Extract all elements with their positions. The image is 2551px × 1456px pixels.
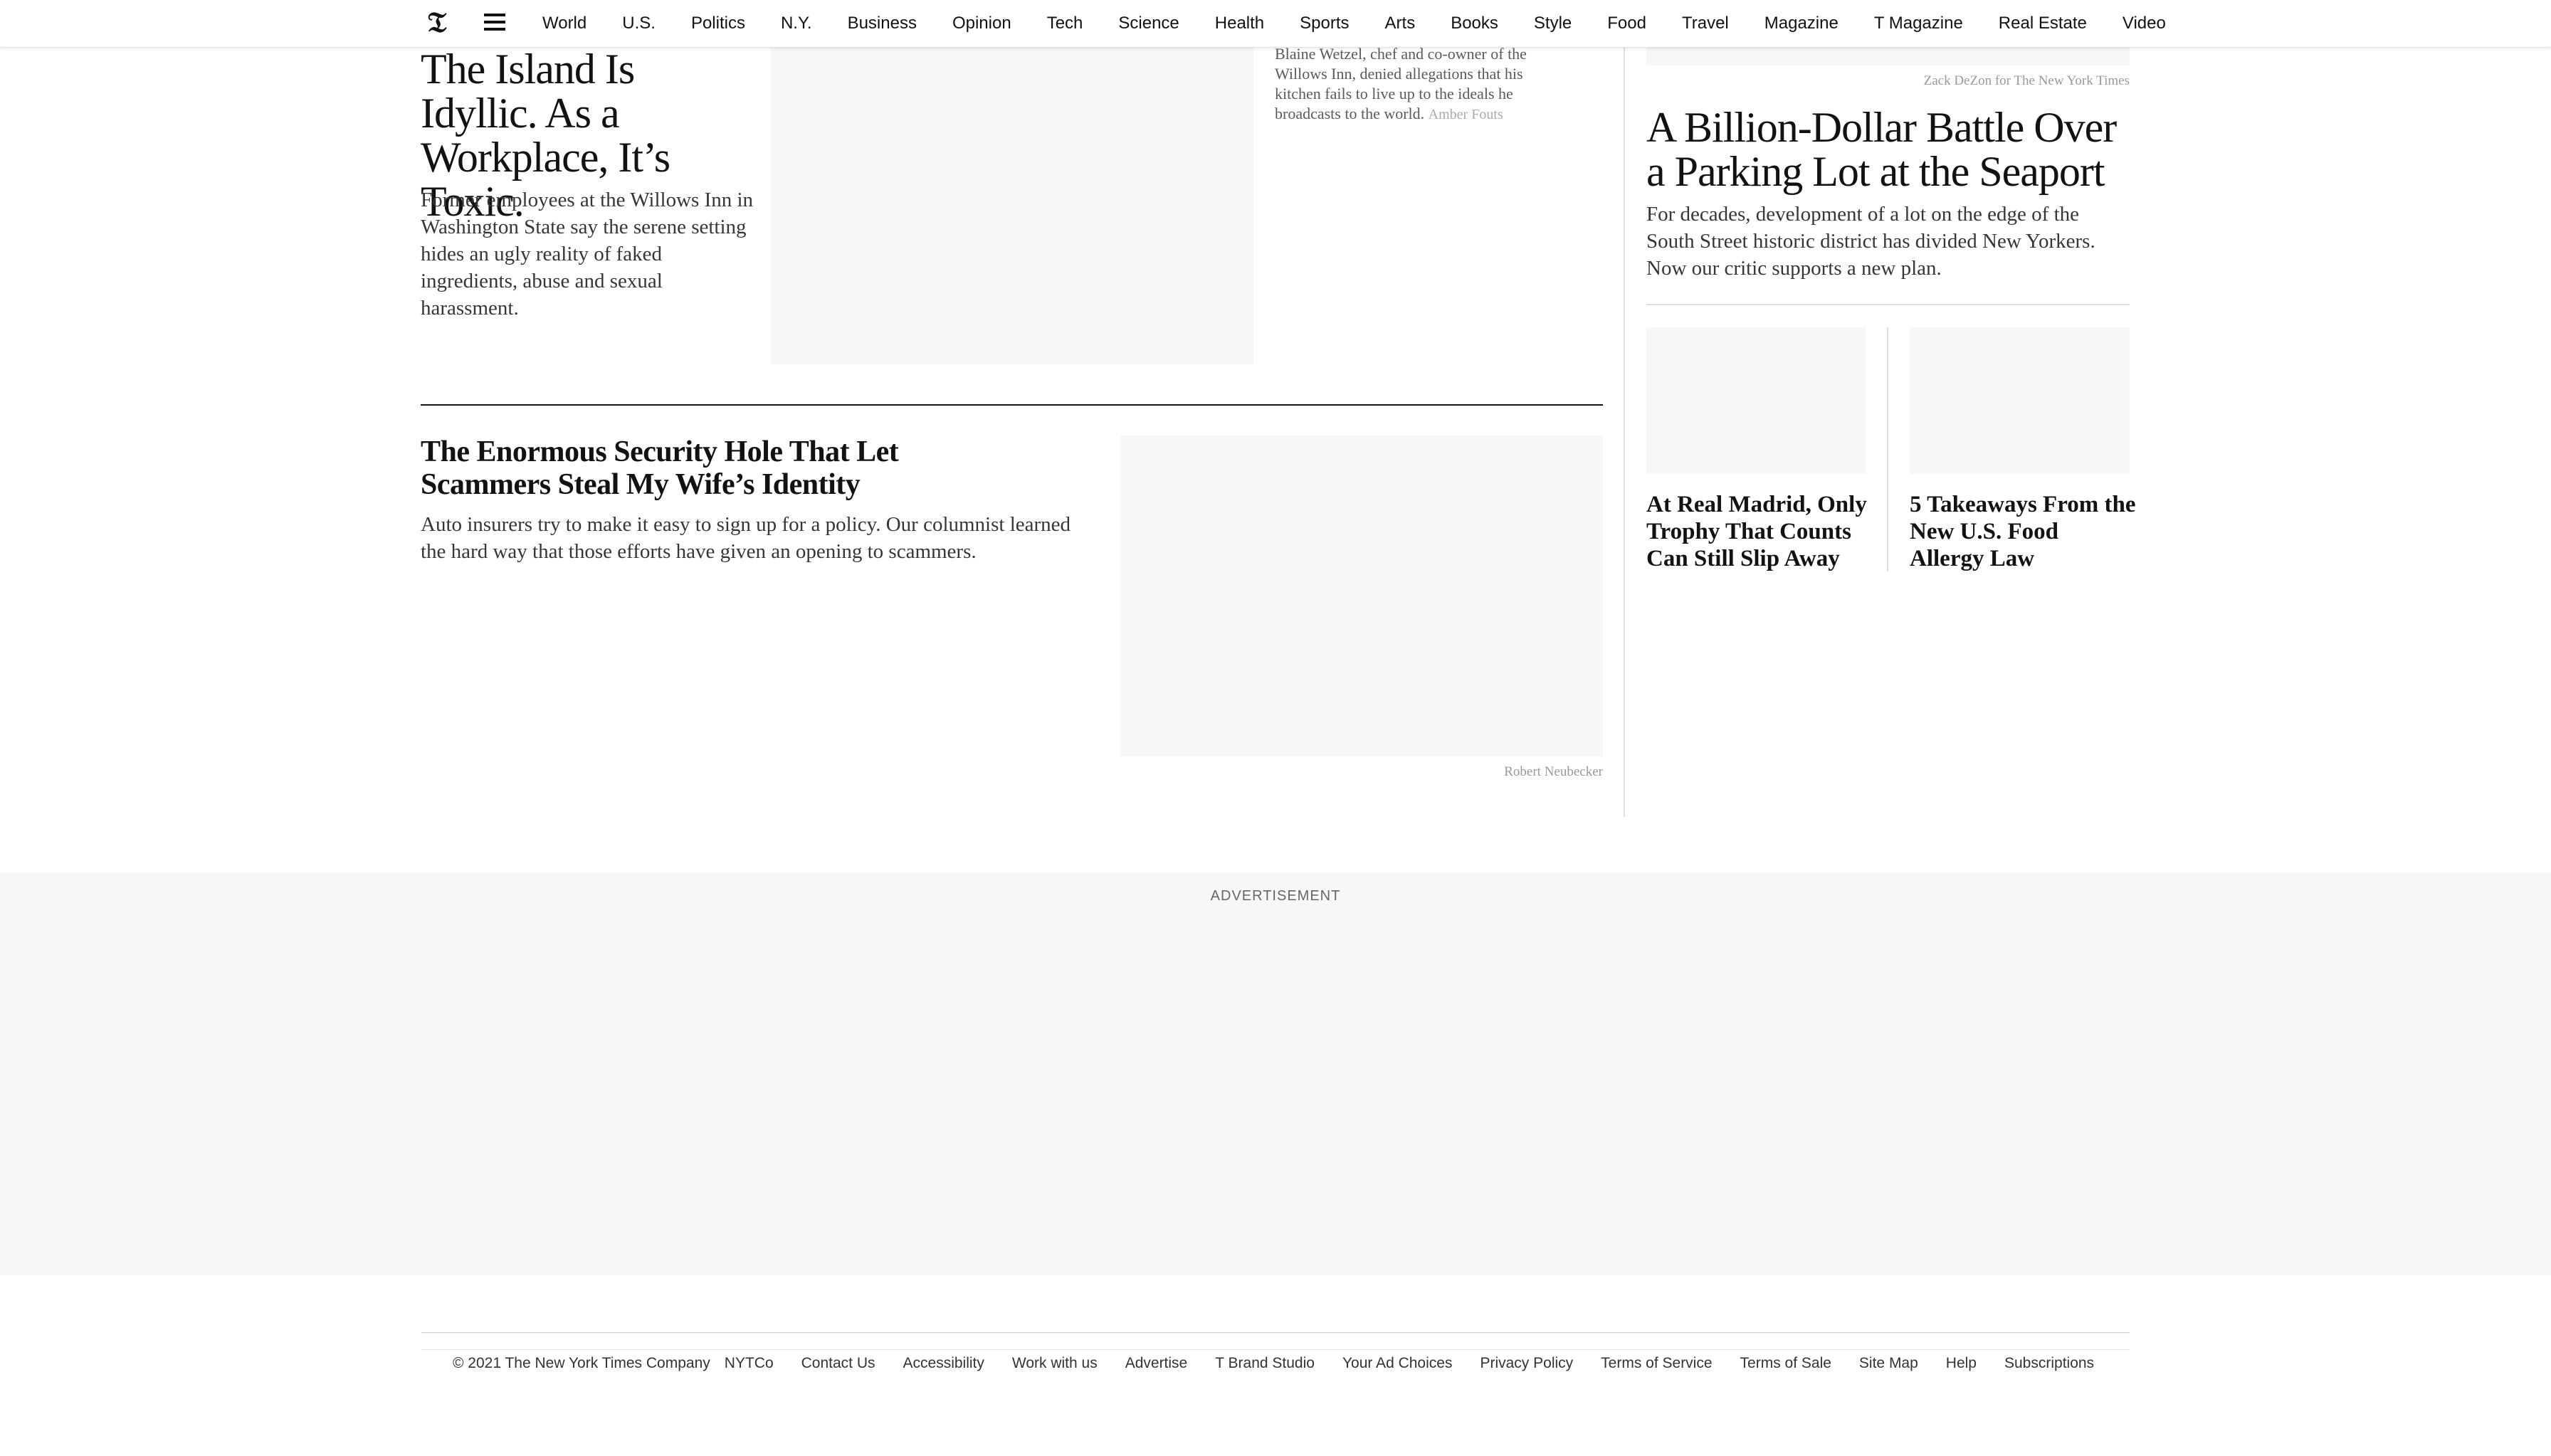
story-headline-food-allergy[interactable]: 5 Takeaways From the New U.S. Food Aller… bbox=[1910, 491, 2136, 572]
advertisement-label: ADVERTISEMENT bbox=[1210, 888, 1341, 904]
story-image-security[interactable] bbox=[1120, 436, 1603, 756]
nav-link-travel[interactable]: Travel bbox=[1682, 14, 1729, 33]
footer-link-t-brand-studio[interactable]: T Brand Studio bbox=[1215, 1355, 1315, 1372]
footer-link-advertise[interactable]: Advertise bbox=[1125, 1355, 1188, 1372]
footer-link-site-map[interactable]: Site Map bbox=[1859, 1355, 1918, 1372]
nav-link-ny[interactable]: N.Y. bbox=[781, 14, 812, 33]
nav-link-tech[interactable]: Tech bbox=[1047, 14, 1083, 33]
hamburger-menu-icon[interactable] bbox=[484, 14, 505, 31]
nav-link-real-estate[interactable]: Real Estate bbox=[1999, 14, 2087, 33]
nav-link-science[interactable]: Science bbox=[1118, 14, 1179, 33]
story-headline-real-madrid[interactable]: At Real Madrid, Only Trophy That Counts … bbox=[1646, 491, 1874, 572]
story-summary-island: Former employees at the Willows Inn in W… bbox=[421, 189, 754, 320]
section-divider bbox=[421, 404, 1603, 406]
nav-link-politics[interactable]: Politics bbox=[691, 14, 745, 33]
section-nav: World U.S. Politics N.Y. Business Opinio… bbox=[542, 0, 2202, 47]
nav-link-books[interactable]: Books bbox=[1451, 14, 1498, 33]
column-divider bbox=[1624, 47, 1625, 817]
column-divider-small bbox=[1887, 327, 1888, 571]
nav-link-sports[interactable]: Sports bbox=[1300, 14, 1349, 33]
photo-credit-seaport: Zack DeZon for The New York Times bbox=[1923, 73, 2130, 88]
nav-link-arts[interactable]: Arts bbox=[1385, 14, 1416, 33]
nav-link-t-magazine[interactable]: T Magazine bbox=[1874, 14, 1963, 33]
story-summary-seaport: For decades, development of a lot on the… bbox=[1646, 203, 2095, 280]
footer-link-contact[interactable]: Contact Us bbox=[801, 1355, 875, 1372]
footer-link-subscriptions[interactable]: Subscriptions bbox=[2004, 1355, 2094, 1372]
footer-copyright: © 2021 The New York Times Company bbox=[453, 1355, 710, 1371]
nav-link-style[interactable]: Style bbox=[1534, 14, 1572, 33]
footer-link-accessibility[interactable]: Accessibility bbox=[903, 1355, 984, 1372]
footer-link-ad-choices[interactable]: Your Ad Choices bbox=[1342, 1355, 1453, 1372]
nav-link-world[interactable]: World bbox=[542, 14, 587, 33]
story-headline-security[interactable]: The Enormous Security Hole That Let Scam… bbox=[421, 436, 962, 501]
photo-credit-security: Robert Neubecker bbox=[1504, 764, 1603, 779]
footer-link-work-with-us[interactable]: Work with us bbox=[1012, 1355, 1098, 1372]
nav-link-health[interactable]: Health bbox=[1215, 14, 1264, 33]
story-image-island[interactable] bbox=[771, 47, 1253, 364]
story-image-real-madrid[interactable] bbox=[1646, 327, 1866, 474]
footer-link-nytco[interactable]: NYTCo bbox=[725, 1355, 774, 1372]
story-headline-seaport[interactable]: A Billion-Dollar Battle Over a Parking L… bbox=[1646, 105, 2130, 194]
nav-link-opinion[interactable]: Opinion bbox=[952, 14, 1011, 33]
divider bbox=[1646, 304, 2130, 305]
nav-link-magazine[interactable]: Magazine bbox=[1764, 14, 1839, 33]
nav-link-business[interactable]: Business bbox=[848, 14, 917, 33]
photo-credit: Amber Fouts bbox=[1428, 107, 1503, 122]
footer-rule bbox=[421, 1332, 2130, 1333]
nav-link-video[interactable]: Video bbox=[2123, 14, 2166, 33]
story-image-food-allergy[interactable] bbox=[1910, 327, 2130, 474]
nav-link-food[interactable]: Food bbox=[1607, 14, 1646, 33]
footer-link-privacy[interactable]: Privacy Policy bbox=[1480, 1355, 1573, 1372]
advertisement-area bbox=[0, 873, 2551, 1275]
footer-link-terms-of-service[interactable]: Terms of Service bbox=[1601, 1355, 1712, 1372]
site-footer: © 2021 The New York Times Company NYTCo … bbox=[421, 1351, 2122, 1376]
top-nav-bar: 𝔗 World U.S. Politics N.Y. Business Opin… bbox=[0, 0, 2551, 48]
nav-link-us[interactable]: U.S. bbox=[622, 14, 656, 33]
nyt-logo-icon[interactable]: 𝔗 bbox=[423, 6, 451, 39]
story-summary-security: Auto insurers try to make it easy to sig… bbox=[421, 513, 1071, 563]
image-caption-island: Blaine Wetzel, chef and co-owner of the … bbox=[1275, 44, 1559, 125]
footer-link-help[interactable]: Help bbox=[1946, 1355, 1977, 1372]
footer-link-terms-of-sale[interactable]: Terms of Sale bbox=[1740, 1355, 1831, 1372]
footer-rule-inner bbox=[421, 1349, 2130, 1350]
story-image-seaport[interactable] bbox=[1646, 47, 2130, 65]
